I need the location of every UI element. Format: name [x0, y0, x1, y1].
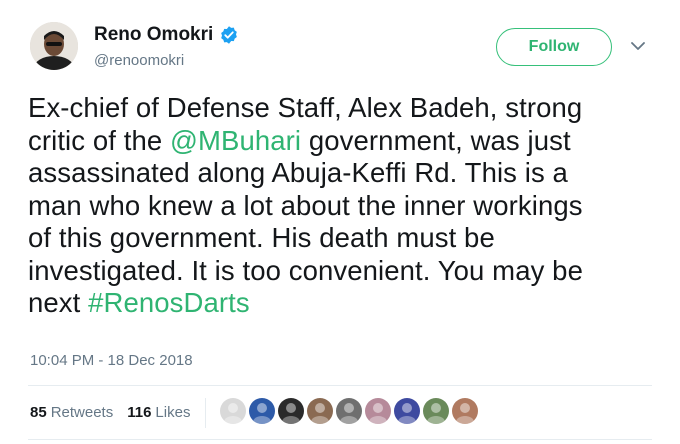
tweet-stats: 85 Retweets 116 Likes: [30, 404, 204, 421]
likes-stat[interactable]: 116 Likes: [127, 404, 190, 421]
retweets-count: 85: [30, 404, 47, 421]
author-handle[interactable]: @renoomokri: [94, 52, 184, 69]
liker-avatar-3[interactable]: [278, 398, 304, 424]
divider: [28, 439, 652, 440]
retweets-label: Retweets: [50, 404, 114, 421]
tweet-text-line: assassinated along Abuja-Keffi Rd. This …: [28, 157, 668, 190]
tweet-timestamp[interactable]: 10:04 PM - 18 Dec 2018: [30, 352, 193, 369]
liker-avatar-8[interactable]: [423, 398, 449, 424]
tweet-text-line: man who knew a lot about the inner worki…: [28, 190, 668, 223]
hashtag-link[interactable]: #RenosDarts: [88, 287, 250, 318]
liker-avatar-1[interactable]: [220, 398, 246, 424]
tweet-text-segment: government, was just: [301, 124, 571, 156]
author-avatar[interactable]: [30, 22, 78, 70]
tweet-text-segment: critic of the: [28, 124, 171, 156]
liker-avatar-9[interactable]: [452, 398, 478, 424]
avatar-photo-icon: [30, 22, 78, 70]
author-name-row: Reno Omokri: [94, 24, 239, 46]
follow-button[interactable]: Follow: [496, 28, 612, 66]
liker-avatar-6[interactable]: [365, 398, 391, 424]
tweet-text: Ex-chief of Defense Staff, Alex Badeh, s…: [28, 92, 668, 320]
author-display-name[interactable]: Reno Omokri: [94, 24, 213, 46]
tweet-card: Reno Omokri @renoomokri Follow Ex-chief …: [0, 0, 680, 444]
tweet-text-segment: Ex-chief of Defense Staff, Alex Badeh, s…: [28, 92, 583, 123]
liker-avatar-5[interactable]: [336, 398, 362, 424]
tweet-text-line: critic of the @MBuhari government, was j…: [28, 125, 668, 158]
likes-label: Likes: [155, 404, 191, 421]
stats-separator: [205, 398, 206, 428]
tweet-text-segment: investigated. It is too convenient. You …: [28, 254, 583, 286]
tweet-text-segment: of this government. His death must be: [28, 222, 495, 253]
tweet-text-line: Ex-chief of Defense Staff, Alex Badeh, s…: [28, 92, 668, 125]
tweet-text-segment: next: [28, 287, 89, 318]
liker-avatar-2[interactable]: [249, 398, 275, 424]
likes-count: 116: [127, 404, 152, 421]
chevron-down-icon[interactable]: [630, 40, 646, 52]
divider: [28, 385, 652, 386]
liker-avatar-7[interactable]: [394, 398, 420, 424]
tweet-text-line: of this government. His death must be: [28, 222, 668, 255]
liker-avatar-4[interactable]: [307, 398, 333, 424]
verified-badge-icon: [219, 25, 239, 45]
tweet-text-line: next #RenosDarts: [28, 287, 668, 320]
tweet-text-line: investigated. It is too convenient. You …: [28, 255, 668, 288]
liker-avatars: [220, 398, 481, 424]
retweets-stat[interactable]: 85 Retweets: [30, 404, 113, 421]
tweet-text-segment: assassinated along Abuja-Keffi Rd. This …: [28, 157, 568, 188]
tweet-text-segment: man who knew a lot about the inner worki…: [28, 189, 583, 221]
mention-link[interactable]: @MBuhari: [170, 125, 301, 156]
